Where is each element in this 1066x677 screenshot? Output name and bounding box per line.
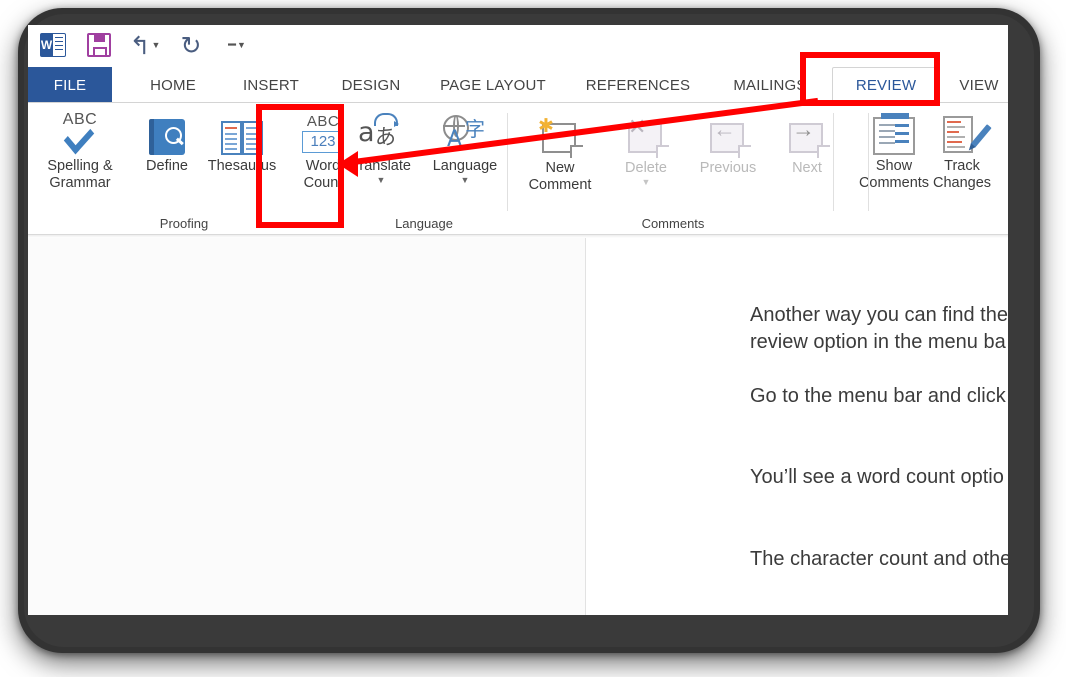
group-divider-comments-inner — [833, 113, 834, 211]
spelling-and-grammar-label: Spelling & Grammar — [47, 158, 113, 191]
screenshot-root: W ↰ ▼ ↻ ━ ▼ FILE HOME INSERT DESIGN PAGE L… — [0, 0, 1066, 677]
spelling-check-icon: ABC — [54, 111, 106, 155]
previous-comment-icon: ← — [706, 113, 751, 158]
document-paragraph: You’ll see a word count optio — [750, 466, 1004, 488]
tab-view[interactable]: VIEW — [944, 67, 1008, 103]
dictionary-icon — [149, 111, 185, 155]
spelling-and-grammar-button[interactable]: ABC Spelling & Grammar — [30, 111, 130, 192]
tab-file[interactable]: FILE — [28, 67, 112, 103]
document-paragraph: review option in the menu ba — [750, 331, 1006, 353]
delete-dropdown-caret-icon[interactable]: ▼ — [642, 178, 651, 187]
redo-icon[interactable]: ↻ — [176, 30, 206, 60]
language-dropdown-caret-icon[interactable]: ▼ — [461, 176, 470, 185]
previous-comment-label: Previous — [699, 160, 757, 176]
delete-comment-label: Delete — [625, 160, 667, 176]
save-icon[interactable] — [84, 30, 114, 60]
document-pane-right[interactable]: Another way you can find the review opti… — [586, 238, 1008, 615]
document-pane-left[interactable] — [28, 238, 585, 615]
tab-home[interactable]: HOME — [128, 67, 218, 103]
previous-comment-button[interactable]: ← Previous — [682, 113, 774, 177]
track-changes-label: Track Changes — [932, 158, 992, 191]
group-label-comments: Comments — [641, 216, 705, 231]
new-comment-button[interactable]: ✱ New Comment — [512, 113, 608, 194]
track-changes-icon — [941, 111, 992, 155]
document-paragraph: Another way you can find the — [750, 304, 1008, 326]
tab-references[interactable]: REFERENCES — [568, 67, 708, 103]
ribbon-group-tracking: Track Changes ▼ ⤋ T — [868, 103, 1008, 234]
next-comment-button[interactable]: → Next — [772, 113, 842, 177]
word-logo-icon: W — [38, 30, 68, 60]
ribbon-review: ABC Spelling & Grammar Define Thesaurus … — [28, 103, 1008, 234]
ribbon-group-comments: ✱ New Comment ✕ Delete ▼ ← Previous — [508, 103, 929, 234]
translate-dropdown-caret-icon[interactable]: ▼ — [377, 176, 386, 185]
undo-icon[interactable]: ↰ ▼ — [130, 30, 161, 60]
group-label-language: Language — [395, 216, 453, 231]
annotation-box-review-tab — [800, 52, 940, 106]
document-paragraph: Go to the menu bar and click — [750, 385, 1006, 407]
customize-quick-access-toolbar-icon[interactable]: ━ ▼ — [222, 30, 252, 60]
translate-icon: aあ — [358, 111, 404, 155]
document-area: Another way you can find the review opti… — [28, 238, 1008, 615]
word-application-window: W ↰ ▼ ↻ ━ ▼ FILE HOME INSERT DESIGN PAGE L… — [28, 25, 1008, 615]
group-divider-tracking — [868, 113, 869, 211]
define-button[interactable]: Define — [132, 111, 202, 175]
track-changes-button[interactable]: Track Changes — [912, 111, 1008, 192]
next-comment-label: Next — [792, 160, 822, 176]
group-label-tracking: T — [868, 216, 1008, 231]
document-paragraph: The character count and othe — [750, 548, 1008, 570]
ribbon-group-language: aあ Translate ▼ A字 Language ▼ Language — [340, 103, 508, 234]
tab-design[interactable]: DESIGN — [324, 67, 418, 103]
define-label: Define — [146, 158, 188, 174]
next-comment-icon: → — [785, 113, 830, 158]
new-comment-label: New Comment — [528, 160, 592, 193]
tab-insert[interactable]: INSERT — [224, 67, 318, 103]
tab-page-layout[interactable]: PAGE LAYOUT — [422, 67, 564, 103]
language-label: Language — [432, 158, 498, 174]
annotation-box-word-count — [256, 104, 344, 228]
